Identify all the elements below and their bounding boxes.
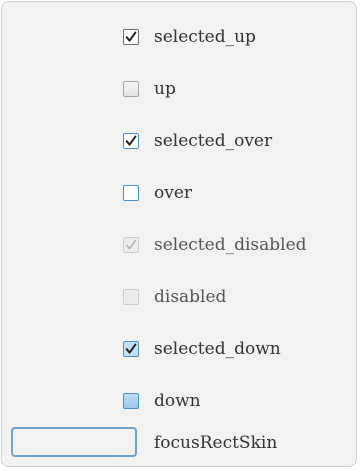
checkbox-disabled	[123, 289, 139, 305]
focus-rect-skin	[11, 427, 137, 457]
checkbox-selected-up[interactable]	[123, 29, 139, 45]
skin-label: down	[154, 391, 201, 411]
skin-label: selected_disabled	[154, 235, 307, 255]
skin-row-selected-over[interactable]: selected_over	[2, 126, 358, 156]
skin-row-selected-disabled: selected_disabled	[2, 230, 358, 260]
checkbox-over[interactable]	[123, 185, 139, 201]
skin-label: up	[154, 79, 176, 99]
skin-row-disabled: disabled	[2, 282, 358, 312]
skin-label: selected_over	[154, 131, 273, 151]
checkbox-up[interactable]	[123, 81, 139, 97]
checkbox-selected-down[interactable]	[123, 341, 139, 357]
skin-row-selected-up[interactable]: selected_up	[2, 22, 358, 52]
skin-label: focusRectSkin	[154, 433, 278, 453]
checkbox-down[interactable]	[123, 393, 139, 409]
skin-row-up[interactable]: up	[2, 74, 358, 104]
skin-row-over[interactable]: over	[2, 178, 358, 208]
skin-label: over	[154, 183, 193, 203]
skin-row-selected-down[interactable]: selected_down	[2, 334, 358, 364]
checkmark-icon	[126, 239, 137, 250]
skin-label: selected_up	[154, 27, 256, 47]
checkmark-icon	[125, 31, 137, 42]
skin-label: disabled	[154, 287, 227, 307]
checkmark-icon	[125, 135, 137, 146]
checkmark-icon	[125, 343, 137, 354]
checkbox-selected-over[interactable]	[123, 133, 139, 149]
skin-row-down[interactable]: down	[2, 386, 358, 416]
skin-label: selected_down	[154, 339, 281, 359]
skin-row-focus-rect: focusRectSkin	[2, 426, 358, 460]
skin-states-panel: selected_up up selected_over over select…	[1, 1, 357, 467]
checkbox-selected-disabled	[123, 237, 139, 253]
